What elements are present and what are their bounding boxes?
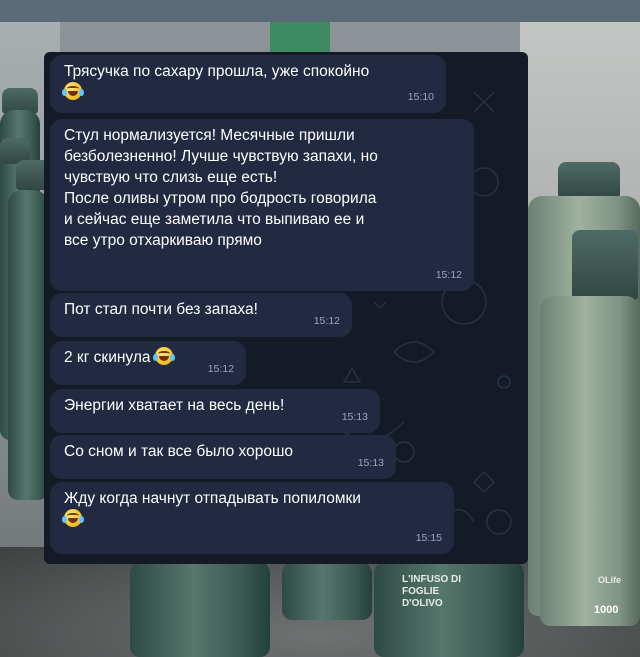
message-bubble: Стул нормализуется! Месячные пришли безб…: [50, 119, 474, 291]
message-bubble: Энергии хватает на весь день! 15:13: [50, 389, 380, 433]
chat-screenshot: Трясучка по сахару прошла, уже спокойно …: [44, 52, 528, 564]
message-time: 15:13: [357, 457, 384, 469]
message-time: 15:15: [415, 532, 442, 544]
message-text: Со сном и так все было хорошо: [64, 443, 294, 460]
message-text: Стул нормализуется! Месячные пришли безб…: [64, 127, 378, 249]
window-light: [270, 22, 330, 54]
bottle-volume-label: 1000: [594, 604, 619, 616]
message-time: 15:12: [313, 315, 340, 327]
message-time: 15:13: [341, 411, 368, 423]
photo-top-band: [0, 0, 640, 22]
bottle: [282, 560, 372, 620]
message-bubble: 2 кг скинула 15:12: [50, 341, 246, 385]
message-bubble: Трясучка по сахару прошла, уже спокойно …: [50, 55, 446, 113]
message-text: Жду когда начнут отпадывать попиломки: [64, 490, 361, 507]
message-text: Пот стал почти без запаха!: [64, 301, 258, 318]
message-text: 2 кг скинула: [64, 349, 151, 366]
bottle-brand-label: OLife: [598, 575, 622, 585]
message-time: 15:12: [435, 269, 462, 281]
message-bubble: Жду когда начнут отпадывать попиломки 15…: [50, 482, 454, 554]
message-bubble: Пот стал почти без запаха! 15:12: [50, 293, 352, 337]
joy-emoji-icon: [62, 509, 84, 527]
message-text: Энергии хватает на весь день!: [64, 397, 285, 414]
message-time: 15:12: [207, 363, 234, 375]
message-time: 15:10: [407, 91, 434, 103]
bottle-cap: [558, 162, 620, 198]
bottle-cap: [572, 230, 638, 300]
bottle: [130, 560, 270, 657]
bottle-product-label: L'INFUSO DI FOGLIE D'OLIVO: [402, 574, 462, 609]
message-bubble: Со сном и так все было хорошо 15:13: [50, 435, 396, 479]
joy-emoji-icon: [62, 82, 84, 100]
bottle: [8, 190, 48, 500]
message-text: Трясучка по сахару прошла, уже спокойно: [64, 63, 370, 80]
joy-emoji-icon: [152, 347, 175, 365]
bottle: [540, 296, 640, 626]
